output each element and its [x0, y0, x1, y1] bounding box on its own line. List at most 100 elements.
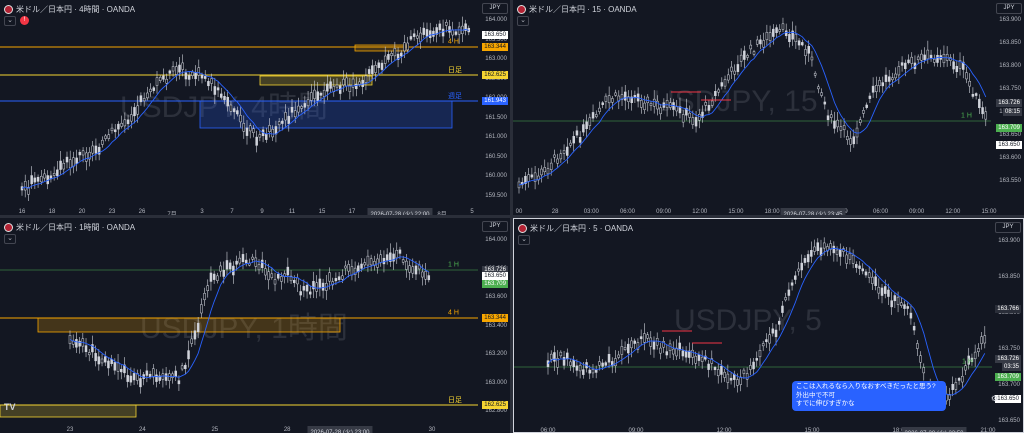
candle-body: [694, 355, 697, 364]
candle-body: [206, 285, 210, 292]
candle-body: [617, 354, 620, 358]
candle-body: [242, 123, 246, 132]
candle-body: [355, 83, 358, 90]
candle-body: [155, 77, 159, 86]
candle-body: [364, 75, 368, 83]
candle-body: [226, 96, 229, 107]
pane-divider-horizontal[interactable]: [0, 215, 1024, 218]
candle-body: [707, 363, 710, 370]
candle-body: [883, 286, 887, 294]
candle-body: [216, 275, 219, 281]
candle-body: [762, 40, 765, 48]
candle-body: [401, 259, 405, 263]
candle-body: [912, 326, 916, 331]
zone-yellow[interactable]: [0, 404, 137, 418]
currency-button[interactable]: JPY: [482, 3, 508, 14]
candle-body: [445, 21, 448, 26]
candle-body: [425, 29, 429, 37]
x-axis-tick: 12:00: [716, 428, 732, 433]
candle-body: [643, 333, 646, 343]
candle-body: [729, 377, 733, 381]
candle-body: [691, 117, 695, 125]
price-plot[interactable]: [513, 0, 991, 201]
candle-body: [400, 52, 403, 57]
candle-body: [739, 54, 743, 62]
level-label: 日足: [448, 67, 462, 74]
candle-body: [730, 66, 733, 72]
candle-body: [75, 157, 78, 164]
candle-body: [668, 343, 672, 351]
candle-body: [286, 266, 290, 276]
candle-body: [110, 127, 114, 132]
candle-body: [595, 114, 598, 118]
tradingview-logo-icon[interactable]: TV: [4, 402, 16, 412]
candle-body: [784, 30, 788, 37]
zone-yellow[interactable]: [259, 75, 373, 86]
candle-body: [257, 264, 261, 271]
candle-body: [900, 62, 904, 66]
candle-body: [572, 136, 575, 144]
candle-body: [649, 103, 653, 106]
price-plot[interactable]: [0, 218, 478, 419]
candle-body: [236, 110, 239, 115]
candle-body: [280, 276, 283, 282]
zone-orange[interactable]: [354, 44, 409, 52]
candle-body: [287, 115, 291, 124]
candle-body: [422, 27, 426, 35]
note-callout[interactable]: ここは入れるなら入りなおすべきだったと思う? 外出中で不可 すでに伸びすぎかな: [792, 381, 946, 411]
candle-body: [553, 352, 556, 362]
candle-body: [672, 348, 675, 355]
currency-button[interactable]: JPY: [482, 221, 508, 232]
candle-body: [633, 340, 636, 344]
candle-body: [347, 264, 350, 272]
candle-body: [299, 291, 302, 296]
price-tag-green: 163.709: [482, 280, 508, 288]
candle-body: [620, 346, 624, 355]
price-plot[interactable]: [0, 0, 478, 201]
candle-body: [126, 119, 130, 125]
candle-body: [196, 322, 200, 333]
candle-body: [588, 117, 592, 126]
zone-blue[interactable]: [199, 100, 453, 129]
currency-button[interactable]: JPY: [995, 222, 1021, 233]
candle-body: [374, 65, 377, 73]
candle-body: [877, 286, 881, 294]
candle-body: [334, 278, 338, 282]
candle-body: [890, 300, 893, 308]
chart-pane-1h[interactable]: 米ドル／日本円 · 1時間 · OANDA ⌄ JPY USDJPY, 1時間 164.…: [0, 218, 510, 433]
chart-pane-5m[interactable]: 米ドル／日本円 · 5 · OANDA ⌄ JPY USDJPY, 5 163.900 1…: [513, 218, 1024, 433]
currency-button[interactable]: JPY: [996, 3, 1022, 14]
chart-pane-4h[interactable]: 米ドル／日本円 · 4時間 · OANDA ⌄! JPY USDJPY, 4時間 164…: [0, 0, 510, 215]
candle-body: [296, 277, 299, 285]
candle-body: [897, 66, 901, 76]
candle-body: [681, 114, 685, 123]
candle-body: [319, 92, 323, 96]
candle-body: [933, 58, 936, 63]
candle-body: [393, 48, 397, 57]
candle-body: [414, 265, 418, 275]
candle-body: [385, 254, 389, 261]
candle-body: [955, 65, 959, 73]
y-axis-tick: 163.400: [485, 322, 507, 329]
candle-body: [165, 78, 168, 84]
candle-body: [920, 53, 923, 61]
candle-body: [387, 54, 390, 60]
settings-gear-icon[interactable]: ⚙: [991, 394, 998, 403]
callout-line-2: 外出中で不可: [796, 391, 835, 399]
candle-body: [736, 379, 739, 386]
zone-orange[interactable]: [37, 317, 341, 333]
candle-body: [639, 336, 643, 340]
candle-body: [358, 81, 361, 85]
chart-pane-15m[interactable]: 米ドル／日本円 · 15 · OANDA ⌄ JPY USDJPY, 15 163.90…: [513, 0, 1024, 215]
candle-body: [909, 312, 913, 319]
moving-average-line: [518, 31, 987, 186]
candle-body: [871, 276, 874, 284]
candle-body: [223, 96, 226, 101]
candle-body: [187, 350, 190, 360]
candle-body: [297, 105, 300, 113]
y-axis-tick: 161.000: [485, 134, 507, 140]
candle-body: [244, 259, 248, 264]
candle-body: [833, 120, 836, 129]
candle-body: [665, 100, 669, 108]
candle-body: [302, 286, 306, 291]
